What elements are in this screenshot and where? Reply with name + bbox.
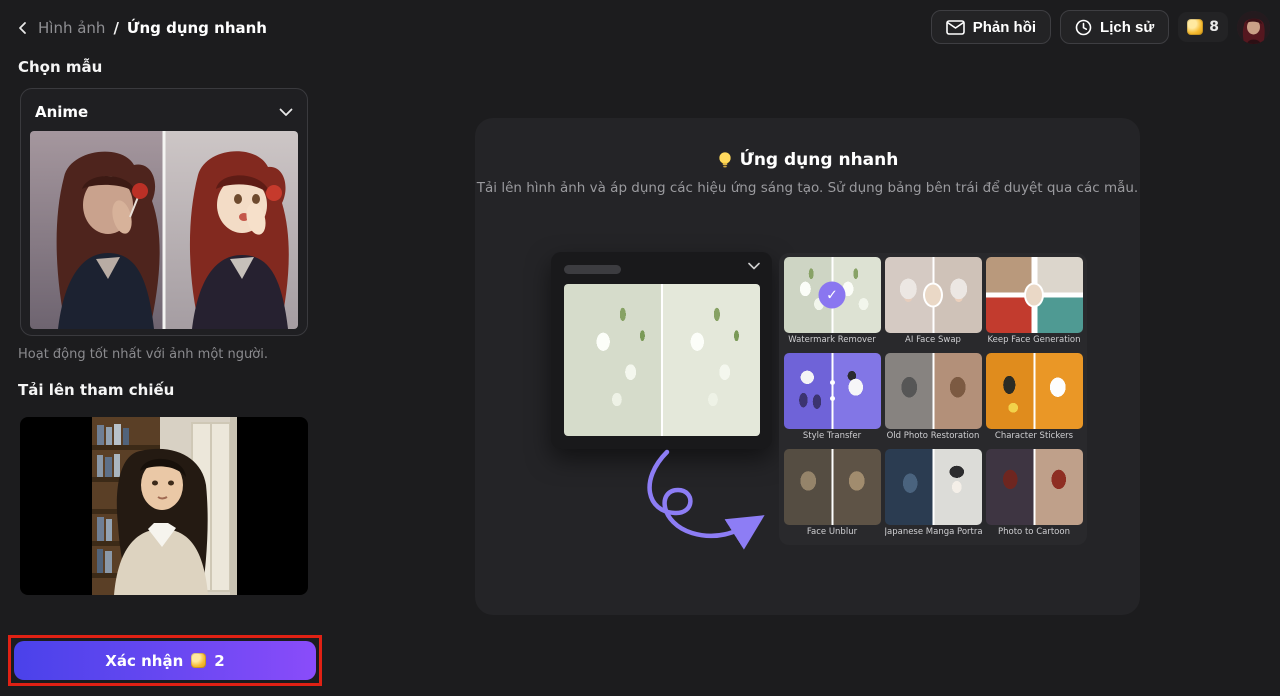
template-preview-image bbox=[30, 131, 298, 329]
confirm-label: Xác nhận bbox=[105, 652, 183, 670]
reference-image-card[interactable] bbox=[20, 417, 308, 595]
effect-item-photo-to-cartoon[interactable]: Photo to Cartoon bbox=[986, 449, 1083, 541]
dot-icon bbox=[830, 380, 835, 385]
panel-title-row: Ứng dụng nhanh bbox=[475, 150, 1140, 170]
confirm-button[interactable]: Xác nhận 2 bbox=[14, 641, 316, 680]
effect-item-ai-face-swap[interactable]: AI Face Swap bbox=[885, 257, 982, 349]
reference-image bbox=[92, 417, 237, 595]
template-dropdown-value: Anime bbox=[35, 103, 88, 121]
clock-icon bbox=[1075, 19, 1092, 36]
panel-subtitle: Tải lên hình ảnh và áp dụng các hiệu ứng… bbox=[475, 180, 1140, 196]
face-inset-icon bbox=[1024, 283, 1044, 308]
effect-label: Photo to Cartoon bbox=[986, 527, 1083, 539]
panel-title: Ứng dụng nhanh bbox=[740, 150, 899, 170]
effect-item-japanese-manga-portrait[interactable]: Japanese Manga Portrait bbox=[885, 449, 982, 541]
coin-icon bbox=[1187, 19, 1203, 35]
template-card: Anime bbox=[20, 88, 308, 336]
feedback-label: Phản hồi bbox=[973, 19, 1036, 36]
page-title: Ứng dụng nhanh bbox=[127, 19, 267, 37]
avatar[interactable] bbox=[1237, 11, 1270, 44]
credits-badge[interactable]: 8 bbox=[1178, 12, 1228, 42]
effect-thumbnail bbox=[986, 257, 1083, 333]
effect-label: Character Stickers bbox=[986, 431, 1083, 443]
effect-thumbnail bbox=[986, 449, 1083, 525]
skeleton-dropdown bbox=[564, 265, 621, 274]
illustration-upload-card bbox=[551, 252, 772, 449]
effects-grid: ✓ Watermark Remover AI Face Swap Keep Fa… bbox=[779, 253, 1087, 545]
effect-item-keep-face-generation[interactable]: Keep Face Generation bbox=[986, 257, 1083, 349]
effect-thumbnail bbox=[885, 353, 982, 429]
effect-thumbnail bbox=[885, 257, 982, 333]
feedback-button[interactable]: Phản hồi bbox=[931, 10, 1051, 44]
effect-label: AI Face Swap bbox=[885, 335, 982, 347]
breadcrumb-separator: / bbox=[113, 19, 118, 37]
effect-thumbnail bbox=[986, 353, 1083, 429]
check-icon: ✓ bbox=[819, 282, 846, 309]
chevron-down-icon bbox=[279, 108, 293, 117]
effect-label: Style Transfer bbox=[784, 431, 881, 443]
effect-label: Japanese Manga Portrait bbox=[885, 527, 982, 539]
breadcrumb: Hình ảnh / Ứng dụng nhanh bbox=[16, 16, 267, 40]
template-dropdown[interactable]: Anime bbox=[35, 99, 293, 125]
effect-item-face-unblur[interactable]: Face Unblur bbox=[784, 449, 881, 541]
face-inset-icon bbox=[923, 283, 943, 308]
template-hint: Hoạt động tốt nhất với ảnh một người. bbox=[18, 347, 268, 362]
effect-label: Old Photo Restoration bbox=[885, 431, 982, 443]
lightbulb-icon bbox=[717, 151, 733, 169]
effect-thumbnail: ✓ bbox=[784, 257, 881, 333]
effect-thumbnail bbox=[885, 449, 982, 525]
chevron-down-icon bbox=[748, 262, 760, 270]
curved-arrow-icon bbox=[615, 446, 790, 556]
history-button[interactable]: Lịch sử bbox=[1060, 10, 1169, 44]
effect-item-watermark-remover[interactable]: ✓ Watermark Remover bbox=[784, 257, 881, 349]
header-actions: Phản hồi Lịch sử 8 bbox=[931, 10, 1270, 44]
effect-thumbnail bbox=[784, 449, 881, 525]
envelope-icon bbox=[946, 20, 965, 35]
effect-item-style-transfer[interactable]: Style Transfer bbox=[784, 353, 881, 445]
confirm-cost: 2 bbox=[214, 652, 224, 670]
effect-label: Face Unblur bbox=[784, 527, 881, 539]
dot-icon bbox=[830, 396, 835, 401]
back-icon[interactable] bbox=[16, 21, 30, 35]
upload-section-title: Tải lên tham chiếu bbox=[18, 381, 174, 399]
effect-label: Keep Face Generation bbox=[986, 335, 1083, 347]
illustration-flowers-image bbox=[564, 284, 760, 436]
coin-icon bbox=[191, 653, 206, 668]
effect-label: Watermark Remover bbox=[784, 335, 881, 347]
effect-item-old-photo-restoration[interactable]: Old Photo Restoration bbox=[885, 353, 982, 445]
history-label: Lịch sử bbox=[1100, 19, 1154, 36]
quick-apply-panel: Ứng dụng nhanh Tải lên hình ảnh và áp dụ… bbox=[475, 118, 1140, 615]
template-section-title: Chọn mẫu bbox=[18, 58, 102, 76]
breadcrumb-parent[interactable]: Hình ảnh bbox=[38, 19, 105, 37]
effect-thumbnail bbox=[784, 353, 881, 429]
credits-count: 8 bbox=[1209, 19, 1219, 35]
effect-item-character-stickers[interactable]: Character Stickers bbox=[986, 353, 1083, 445]
